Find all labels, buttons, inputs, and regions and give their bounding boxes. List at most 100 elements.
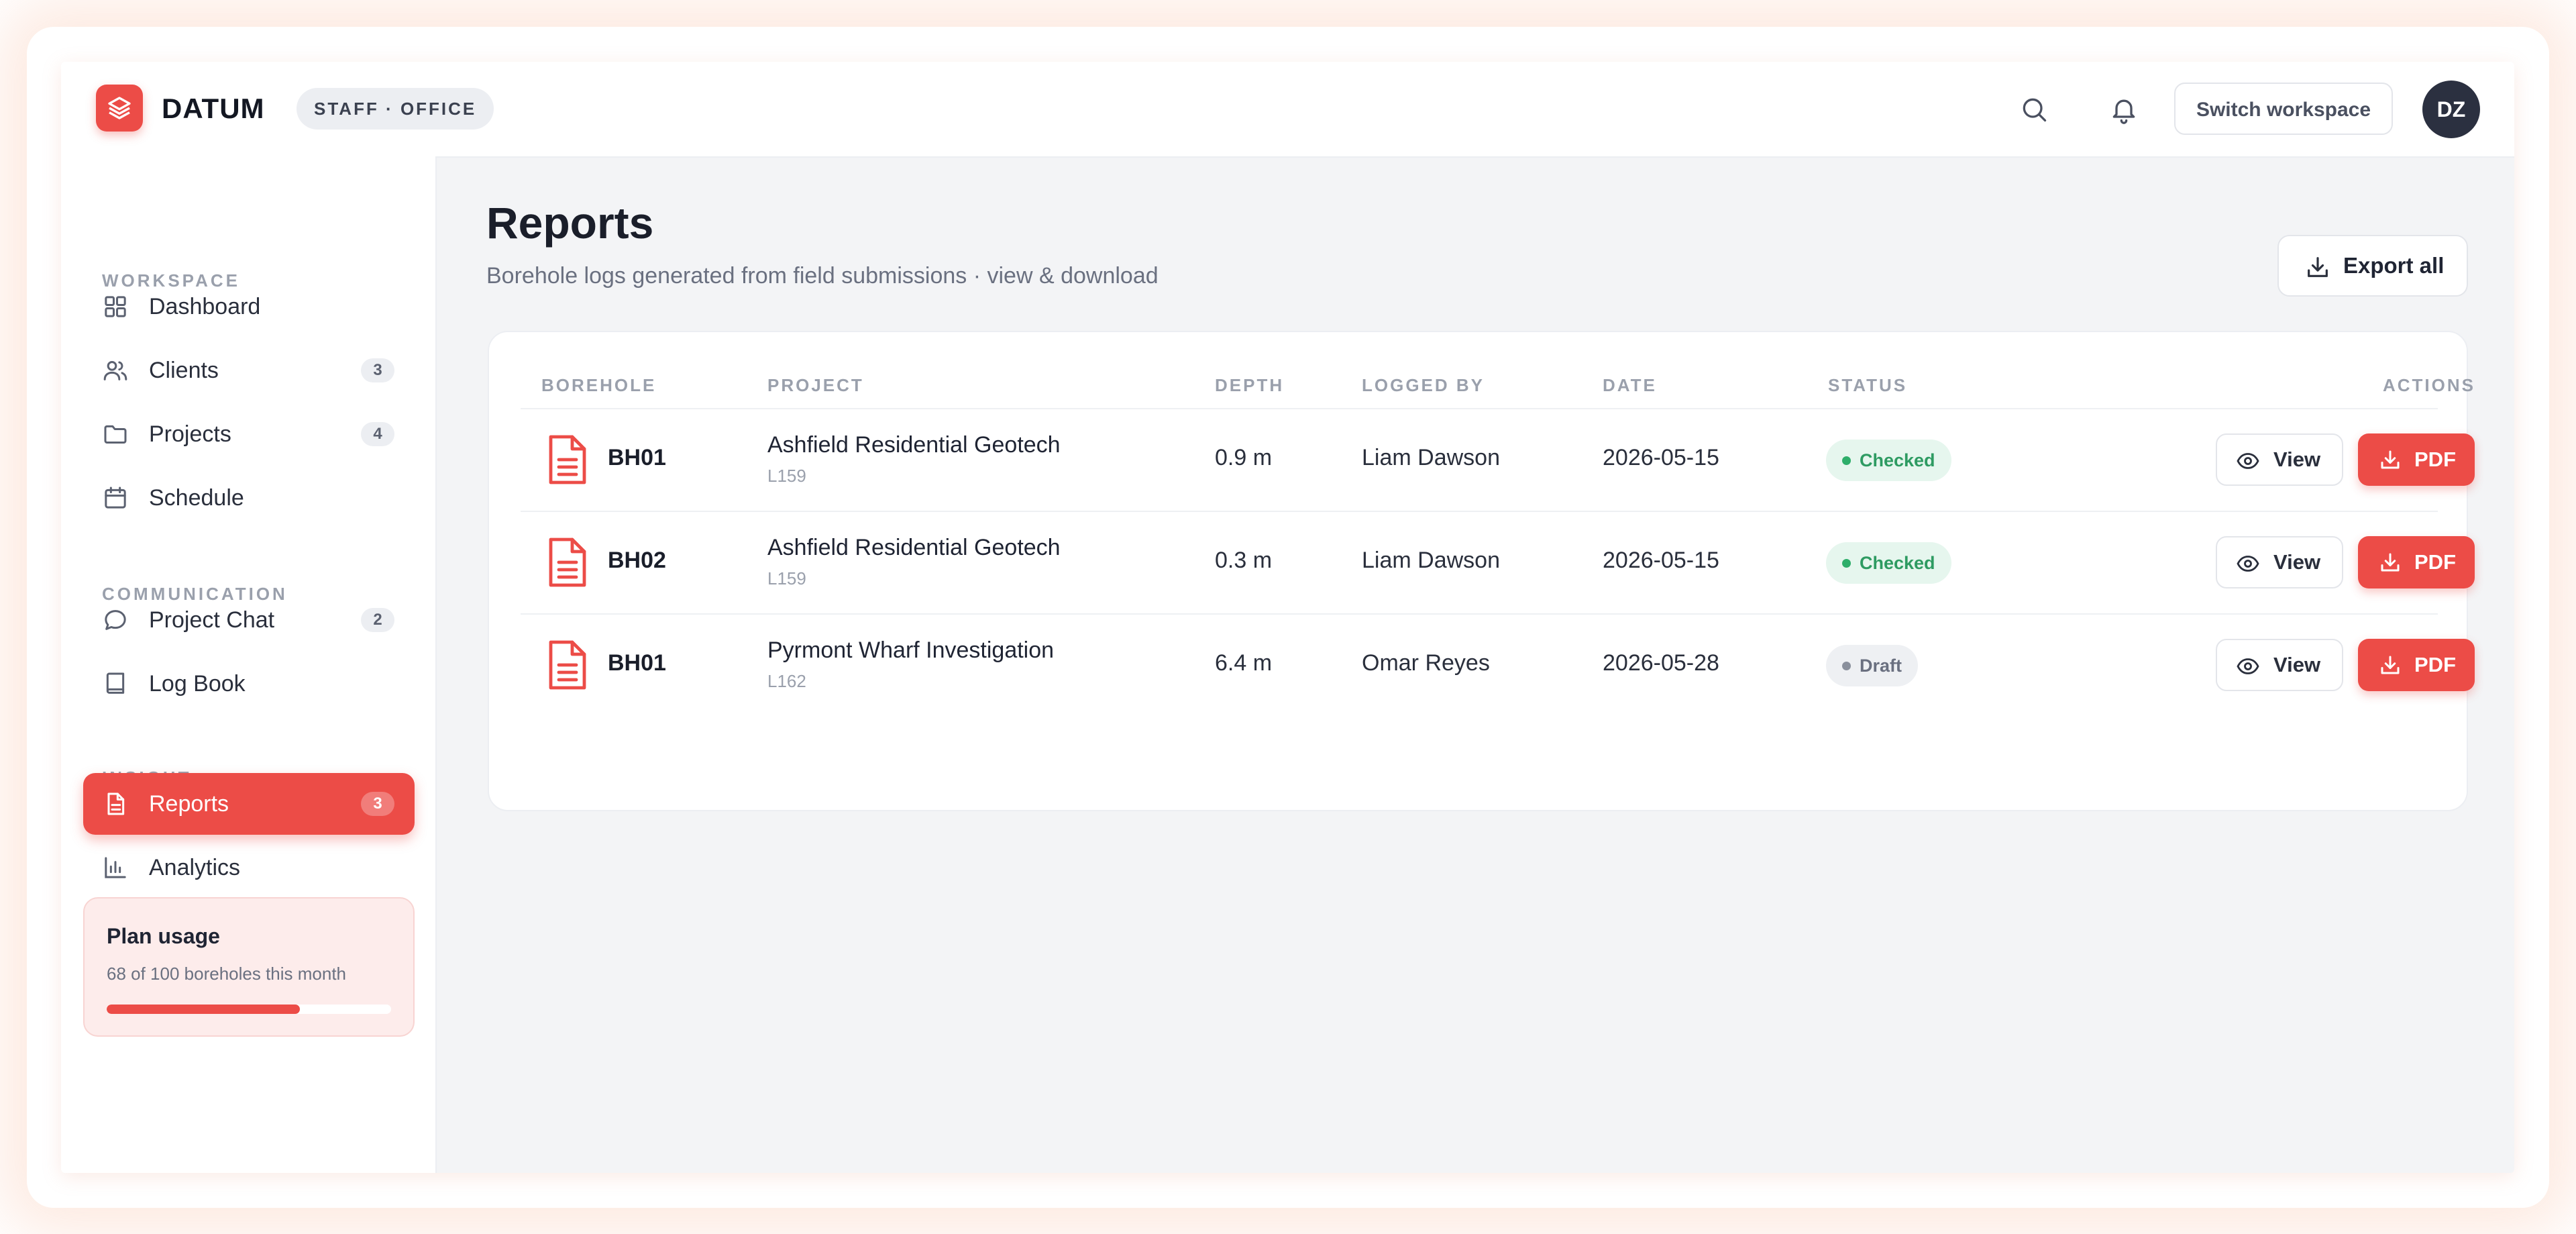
pdf-download-button[interactable]: PDF [2358, 536, 2475, 588]
column-header-depth: DEPTH [1215, 375, 1285, 395]
project-name: Ashfield Residential Geotech [767, 432, 1061, 458]
pdf-download-button[interactable]: PDF [2358, 639, 2475, 691]
sidebar: WORKSPACE Dashboard Clients 3 Projects 4 [61, 156, 437, 1173]
plan-progress-fill [107, 1005, 301, 1014]
document-icon [549, 640, 586, 690]
avatar[interactable]: DZ [2422, 81, 2480, 138]
view-label: View [2273, 550, 2321, 574]
logged-by: Omar Reyes [1362, 650, 1490, 676]
status-badge: Checked [1826, 440, 1951, 481]
depth-value: 0.9 m [1215, 445, 1273, 470]
bell-icon [2112, 99, 2135, 124]
reports-table: BOREHOLE PROJECT DEPTH LOGGED BY DATE ST… [488, 331, 2475, 811]
column-header-date: DATE [1603, 375, 1657, 395]
depth-value: 0.3 m [1215, 548, 1273, 573]
view-button[interactable]: View [2216, 639, 2343, 691]
search-button[interactable] [2016, 91, 2052, 127]
status-label: Checked [1860, 553, 1935, 573]
sidebar-item-analytics[interactable]: Analytics [83, 837, 415, 898]
layers-icon [108, 97, 131, 119]
logo[interactable] [96, 85, 143, 132]
table-row[interactable]: BH01 Pyrmont Wharf Investigation L162 6.… [489, 614, 2475, 716]
date-value: 2026-05-15 [1603, 548, 1719, 573]
app-window: DATUM STAFF · OFFICE Switch workspace DZ… [61, 62, 2514, 1173]
plan-usage-card: Plan usage 68 of 100 boreholes this mont… [83, 897, 415, 1037]
view-button[interactable]: View [2216, 536, 2343, 588]
folder-icon [104, 425, 127, 444]
chat-icon [105, 610, 126, 630]
status-badge: Checked [1826, 542, 1951, 584]
brand-name: DATUM [162, 93, 265, 124]
sidebar-item-label: Analytics [149, 855, 241, 880]
notifications-button[interactable] [2106, 91, 2142, 127]
sidebar-item-projects[interactable]: Projects 4 [83, 403, 415, 465]
column-header-logged-by: LOGGED BY [1362, 375, 1485, 395]
eye-icon [2237, 556, 2259, 572]
sidebar-item-label: Schedule [149, 485, 244, 511]
eye-icon [2237, 658, 2259, 674]
grid-icon [105, 296, 126, 317]
document-icon [549, 537, 586, 587]
search-icon [2023, 98, 2047, 122]
table-row[interactable]: BH02 Ashfield Residential Geotech L159 0… [489, 511, 2475, 613]
pdf-label: PDF [2414, 653, 2456, 676]
project-name: Pyrmont Wharf Investigation [767, 637, 1055, 663]
project-code: L162 [767, 671, 806, 691]
pdf-download-button[interactable]: PDF [2358, 433, 2475, 486]
status-label: Checked [1860, 450, 1935, 470]
column-header-borehole: BOREHOLE [541, 375, 657, 395]
view-label: View [2273, 653, 2321, 676]
sidebar-item-label: Projects [149, 421, 231, 447]
book-icon [106, 672, 125, 694]
export-all-button[interactable]: Export all [2277, 235, 2468, 297]
pdf-label: PDF [2414, 550, 2456, 574]
count-badge: 4 [361, 422, 394, 446]
count-badge: 2 [361, 608, 394, 632]
status-label: Draft [1860, 656, 1902, 676]
project-code: L159 [767, 568, 806, 588]
sidebar-item-dashboard[interactable]: Dashboard [83, 276, 415, 338]
document-icon [107, 792, 125, 815]
pdf-label: PDF [2414, 448, 2456, 471]
view-button[interactable]: View [2216, 433, 2343, 486]
sidebar-item-schedule[interactable]: Schedule [83, 467, 415, 529]
logged-by: Liam Dawson [1362, 548, 1500, 573]
status-dot [1842, 559, 1851, 568]
download-icon [2381, 450, 2400, 469]
borehole-id: BH01 [608, 445, 666, 470]
date-value: 2026-05-15 [1603, 445, 1719, 470]
borehole-id: BH01 [608, 650, 666, 676]
bar-chart-icon [105, 857, 126, 878]
download-icon [2381, 656, 2400, 674]
eye-icon [2237, 453, 2259, 469]
switch-workspace-button[interactable]: Switch workspace [2174, 83, 2393, 135]
borehole-id: BH02 [608, 548, 666, 573]
download-icon [2308, 257, 2328, 277]
sidebar-item-log-book[interactable]: Log Book [83, 653, 415, 715]
top-bar: DATUM STAFF · OFFICE Switch workspace DZ [61, 62, 2514, 158]
plan-title: Plan usage [107, 924, 220, 948]
document-icon [549, 435, 586, 484]
logged-by: Liam Dawson [1362, 445, 1500, 470]
plan-usage-text: 68 of 100 boreholes this month [107, 964, 347, 984]
view-label: View [2273, 448, 2321, 471]
project-name: Ashfield Residential Geotech [767, 535, 1061, 560]
plan-progress-bar [107, 1005, 391, 1014]
status-badge: Draft [1826, 645, 1919, 686]
column-header-status: STATUS [1828, 375, 1908, 395]
column-header-actions: ACTIONS [2383, 375, 2475, 395]
status-dot [1842, 662, 1851, 670]
users-icon [103, 361, 127, 380]
sidebar-item-label: Dashboard [149, 294, 261, 319]
count-badge: 3 [361, 792, 394, 816]
date-value: 2026-05-28 [1603, 650, 1719, 676]
sidebar-item-clients[interactable]: Clients 3 [83, 340, 415, 401]
depth-value: 6.4 m [1215, 650, 1273, 676]
column-header-project: PROJECT [767, 375, 864, 395]
export-all-label: Export all [2343, 253, 2445, 278]
page-subtitle: Borehole logs generated from field submi… [486, 263, 1159, 289]
sidebar-item-reports[interactable]: Reports 3 [83, 773, 415, 835]
table-row[interactable]: BH01 Ashfield Residential Geotech L159 0… [489, 409, 2475, 511]
role-badge: STAFF · OFFICE [297, 88, 494, 130]
sidebar-item-project-chat[interactable]: Project Chat 2 [83, 589, 415, 651]
